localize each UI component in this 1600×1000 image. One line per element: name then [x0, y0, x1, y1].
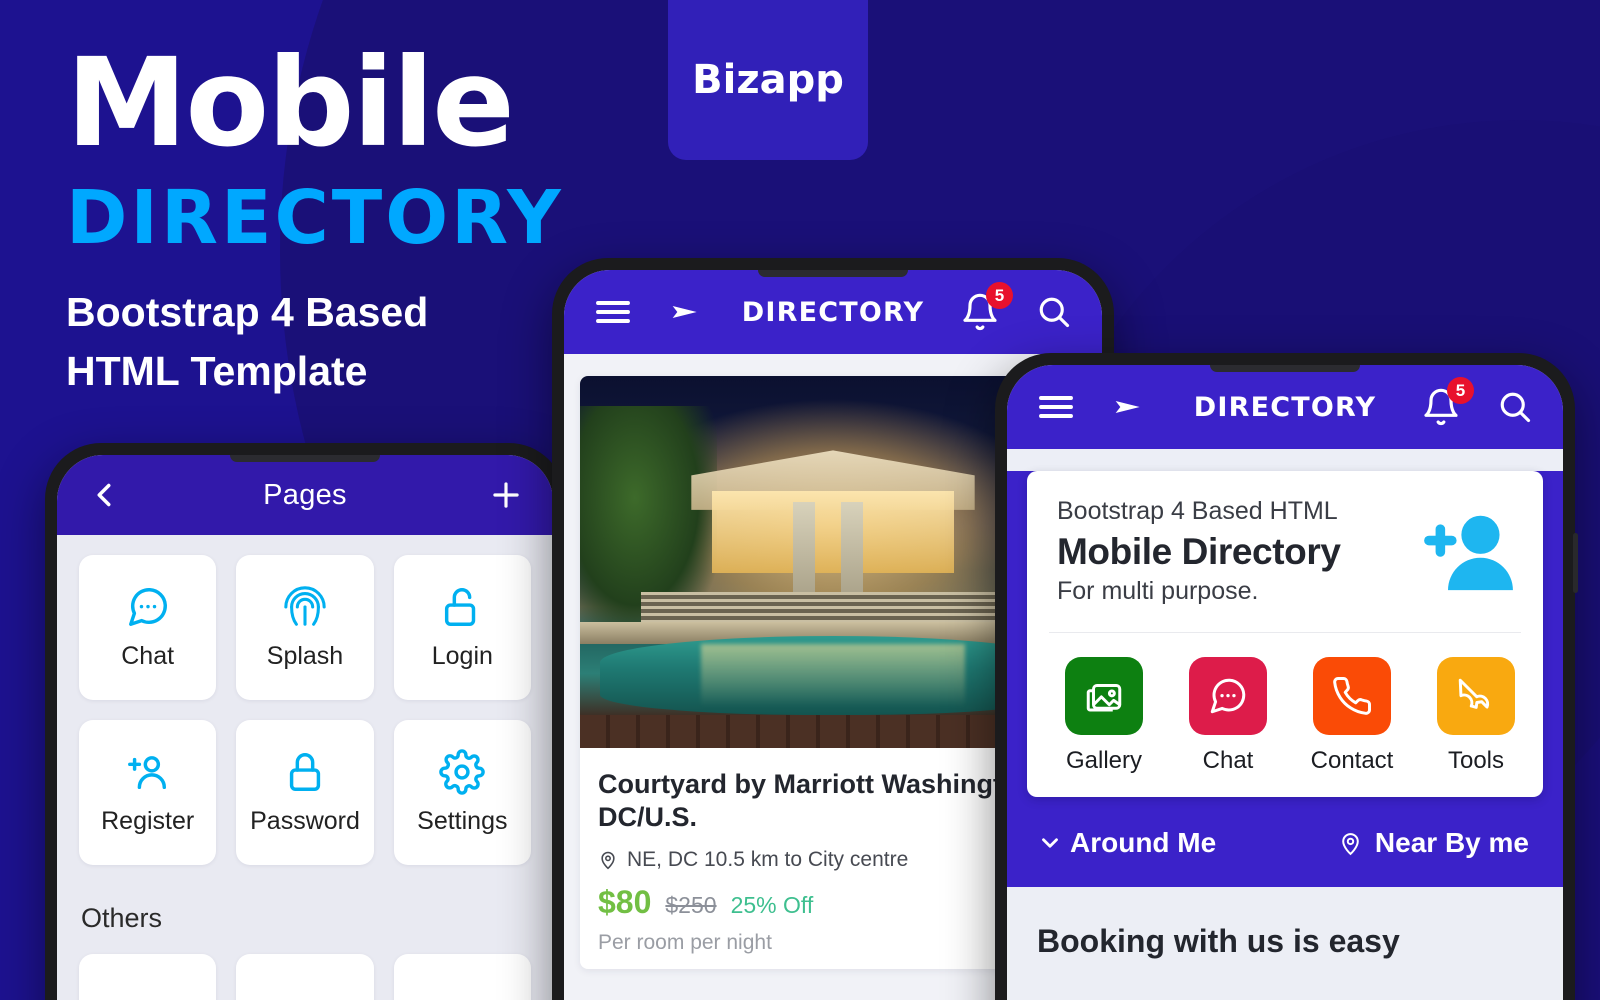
paper-plane-icon[interactable] — [666, 296, 706, 328]
phone-mockup-pages: Pages Chat Splash Login Register Passwor… — [45, 443, 568, 1000]
shortcut-label: Gallery — [1065, 747, 1143, 774]
pages-title: Pages — [263, 478, 347, 511]
notification-count-badge: 5 — [1447, 377, 1474, 404]
page-card-label: Register — [101, 807, 195, 835]
hamburger-icon[interactable] — [1037, 392, 1075, 422]
others-section-title: Others — [81, 903, 163, 933]
shortcut-gallery[interactable]: Gallery — [1057, 657, 1151, 775]
fingerprint-icon — [284, 586, 326, 626]
home-body: Bootstrap 4 Based HTML Mobile Directory … — [1007, 471, 1563, 1000]
page-card-register[interactable]: Register — [79, 720, 217, 865]
near-by-me-button[interactable]: Near By me — [1338, 827, 1529, 859]
others-grid — [79, 954, 531, 1000]
shortcut-chat[interactable]: Chat — [1181, 657, 1275, 775]
notifications-button[interactable]: 5 — [960, 282, 1013, 333]
chat-bubble-icon — [1210, 678, 1246, 714]
directory-appbar: DIRECTORY 5 — [564, 270, 1102, 354]
hero-title: Mobile — [66, 32, 515, 174]
hero-desc-line-2: HTML Template — [66, 348, 368, 395]
around-me-button[interactable]: Around Me — [1037, 827, 1216, 859]
around-me-label: Around Me — [1070, 827, 1217, 858]
shortcut-row: Gallery Chat Contact Tools — [1027, 633, 1543, 797]
map-pin-icon — [601, 851, 615, 870]
page-card-label: Password — [250, 807, 360, 835]
listing-price-original: $250 — [665, 891, 717, 918]
map-pin-icon — [1342, 832, 1359, 855]
unlock-icon — [445, 588, 476, 626]
listing-location-text: NE, DC 10.5 km to City centre — [627, 847, 909, 871]
home-title: DIRECTORY — [1193, 391, 1377, 423]
hero-subtitle: DIRECTORY — [66, 174, 564, 261]
chevron-down-icon — [1042, 838, 1058, 848]
hero-desc-line-1: Bootstrap 4 Based — [66, 288, 429, 335]
others-card[interactable] — [236, 954, 374, 1000]
notification-count-badge: 5 — [986, 282, 1013, 309]
promo-line-3: For multi purpose. — [1057, 577, 1259, 605]
chat-bubble-icon — [128, 588, 167, 626]
others-card[interactable] — [393, 954, 531, 1000]
shortcut-label: Chat — [1202, 747, 1254, 774]
page-card-login[interactable]: Login — [393, 555, 531, 700]
bizapp-brand-label: Bizapp — [692, 57, 844, 103]
hamburger-icon[interactable] — [594, 297, 632, 327]
plus-icon[interactable] — [487, 476, 525, 514]
promo-line-2: Mobile Directory — [1057, 531, 1341, 572]
user-plus-icon — [127, 756, 166, 790]
promo-line-1: Bootstrap 4 Based HTML — [1057, 497, 1338, 525]
phone-mockup-home: DIRECTORY 5 Bootstrap 4 Based HTML Mobil… — [995, 353, 1578, 1000]
shortcut-contact[interactable]: Contact — [1305, 657, 1399, 775]
paper-plane-icon[interactable] — [1109, 391, 1149, 423]
wrench-icon — [1458, 678, 1490, 709]
shortcut-tools[interactable]: Tools — [1429, 657, 1523, 775]
near-by-me-label: Near By me — [1374, 827, 1529, 858]
pages-appbar: Pages — [57, 455, 553, 535]
page-card-label: Login — [431, 642, 493, 670]
booking-section: Booking with us is easy — [1007, 887, 1563, 1000]
page-card-chat[interactable]: Chat — [79, 555, 217, 700]
gallery-icon — [1086, 684, 1122, 712]
phone-icon — [1333, 677, 1371, 715]
page-card-settings[interactable]: Settings — [393, 720, 531, 865]
phone-notch — [758, 270, 908, 277]
pages-body: Chat Splash Login Register Password Sett… — [57, 535, 553, 1000]
pages-grid: Chat Splash Login Register Password Sett… — [79, 555, 531, 865]
booking-title: Booking with us is easy — [1037, 923, 1400, 959]
hero-text-block: Mobile DIRECTORY Bootstrap 4 Based HTML … — [66, 32, 564, 402]
gear-icon — [439, 749, 486, 795]
listing-price-current: $80 — [598, 883, 652, 920]
chevron-left-icon[interactable] — [85, 476, 123, 514]
others-card[interactable] — [79, 954, 217, 1000]
search-icon[interactable] — [1036, 294, 1072, 330]
page-card-password[interactable]: Password — [236, 720, 374, 865]
shortcut-label: Contact — [1310, 747, 1394, 774]
notifications-button[interactable]: 5 — [1421, 377, 1474, 428]
bizapp-brand-badge: Bizapp — [668, 0, 868, 160]
home-appbar: DIRECTORY 5 — [1007, 365, 1563, 449]
page-card-label: Chat — [121, 642, 175, 670]
promo-card: Bootstrap 4 Based HTML Mobile Directory … — [1027, 471, 1543, 797]
page-card-label: Settings — [417, 807, 508, 835]
page-card-label: Splash — [266, 642, 344, 670]
add-user-icon[interactable] — [1423, 510, 1515, 594]
promo-banner: Mobile DIRECTORY Bootstrap 4 Based HTML … — [0, 0, 1600, 1000]
lock-icon — [289, 753, 321, 791]
around-me-bar: Around Me Near By me — [1007, 797, 1563, 887]
search-icon[interactable] — [1497, 389, 1533, 425]
listing-discount: 25% Off — [730, 891, 814, 918]
shortcut-label: Tools — [1447, 747, 1505, 774]
phone-notch — [230, 455, 380, 462]
directory-title: DIRECTORY — [741, 296, 925, 328]
page-card-splash[interactable]: Splash — [236, 555, 374, 700]
phone-notch — [1210, 365, 1360, 372]
